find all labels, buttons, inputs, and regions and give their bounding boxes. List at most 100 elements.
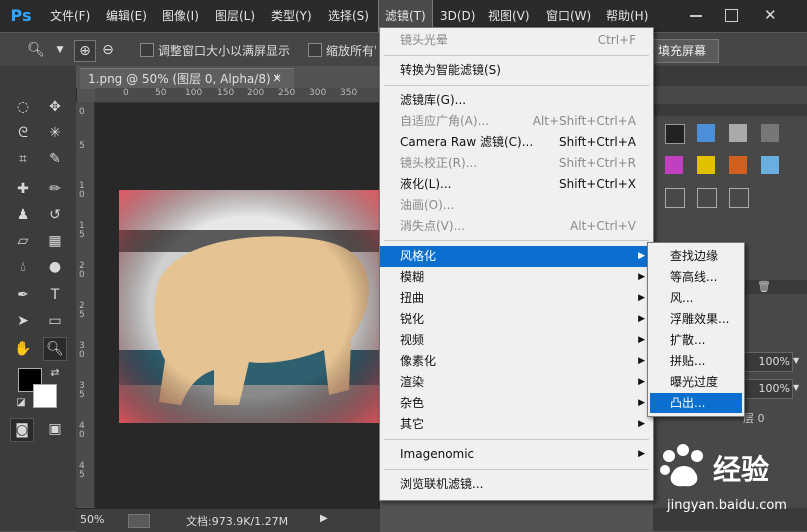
opacity-input[interactable]: 100% (743, 352, 793, 372)
style-swatch[interactable] (729, 124, 747, 142)
filter-blur[interactable]: 模糊 ▶ (380, 267, 653, 288)
rectangle-icon[interactable]: ▭ (44, 310, 66, 332)
filter-lens-flare[interactable]: 镜头光晕 Ctrl+F (380, 30, 653, 51)
menu-image[interactable]: 图像(I) (156, 0, 205, 32)
eyedropper-icon[interactable]: ✎ (44, 148, 66, 170)
document-image[interactable] (119, 190, 380, 423)
zoom-in-icon[interactable]: ⊕ (74, 40, 96, 62)
stylize-emboss[interactable]: 浮雕效果... (650, 309, 742, 329)
stylize-contour[interactable]: 等高线... (650, 267, 742, 287)
filter-imagenomic[interactable]: Imagenomic ▶ (380, 444, 653, 465)
stylize-find-edges[interactable]: 查找边缘 (650, 246, 742, 266)
filter-adaptive-wide-angle[interactable]: 自适应广角(A)... Alt+Shift+Ctrl+A (380, 111, 653, 132)
filter-vanishing-point[interactable]: 消失点(V)... Alt+Ctrl+V (380, 216, 653, 237)
menu-separator (384, 469, 649, 470)
watermark-url: jingyan.baidu.com (667, 498, 787, 513)
zoom-level[interactable]: 50% (80, 513, 104, 526)
style-swatch[interactable] (761, 124, 779, 142)
filter-liquify[interactable]: 液化(L)... Shift+Ctrl+X (380, 174, 653, 195)
path-select-icon[interactable]: ➤ (12, 310, 34, 332)
filter-other[interactable]: 其它 ▶ (380, 414, 653, 435)
eraser-icon[interactable]: ▱ (12, 230, 34, 252)
fill-input[interactable]: 100% (743, 379, 793, 399)
style-swatch[interactable] (729, 156, 747, 174)
filter-noise[interactable]: 杂色 ▶ (380, 393, 653, 414)
screen-mode-icon[interactable]: ▣ (44, 418, 66, 440)
filter-lens-correction[interactable]: 镜头校正(R)... Shift+Ctrl+R (380, 153, 653, 174)
chevron-down-icon[interactable]: ▼ (793, 383, 799, 392)
maximize-icon[interactable] (725, 9, 738, 22)
dodge-icon[interactable]: ● (44, 256, 66, 278)
stylize-tiles[interactable]: 拼贴... (650, 351, 742, 371)
menu-separator (384, 55, 649, 56)
brush-icon[interactable]: ✏ (44, 178, 66, 200)
zoom-icon[interactable]: 🔍︎ (43, 337, 67, 361)
type-icon[interactable]: T (44, 284, 66, 306)
menu-select[interactable]: 选择(S) (322, 0, 375, 32)
ruler-tick: 250 (278, 88, 296, 98)
crop-icon[interactable]: ⌗ (12, 148, 34, 170)
style-swatch[interactable] (697, 124, 715, 142)
healing-brush-icon[interactable]: ✚ (12, 178, 34, 200)
marquee-icon[interactable]: ◌ (12, 96, 34, 118)
pen-icon[interactable]: ✒ (12, 284, 34, 306)
style-swatch[interactable] (697, 156, 715, 174)
filter-sharpen[interactable]: 锐化 ▶ (380, 309, 653, 330)
lasso-icon[interactable]: ᘓ (12, 122, 34, 144)
filter-gallery[interactable]: 滤镜库(G)... (380, 90, 653, 111)
zoom-out-icon[interactable]: ⊖ (98, 40, 118, 60)
hand-icon[interactable]: ✋ (12, 338, 34, 360)
filter-oil-paint[interactable]: 油画(O)... (380, 195, 653, 216)
style-swatch[interactable] (761, 156, 779, 174)
stylize-solarize[interactable]: 曝光过度 (650, 372, 742, 392)
document-size: 文档:973.9K/1.27M (186, 515, 289, 528)
menu-separator (384, 439, 649, 440)
menu-file[interactable]: 文件(F) (44, 0, 96, 32)
default-colors-icon[interactable]: ◪ (10, 392, 32, 414)
menu-type[interactable]: 类型(Y) (265, 0, 318, 32)
filter-browse-online[interactable]: 浏览联机滤镜... (380, 474, 653, 495)
menu-edit[interactable]: 编辑(E) (100, 0, 153, 32)
tab-close-icon[interactable]: × (272, 68, 284, 88)
blur-icon[interactable]: 💧︎ (12, 256, 34, 278)
stamp-icon[interactable]: ♟ (12, 204, 34, 226)
resize-windows-checkbox[interactable] (140, 43, 154, 57)
menu-layer[interactable]: 图层(L) (209, 0, 261, 32)
quick-mask-icon[interactable]: ◙ (10, 418, 34, 442)
fill-screen-button[interactable]: 填充屏幕 (645, 39, 719, 63)
filter-stylize[interactable]: 风格化 ▶ (380, 246, 653, 267)
magic-wand-icon[interactable]: ✳ (44, 122, 66, 144)
style-swatch[interactable] (665, 124, 685, 144)
filter-video[interactable]: 视频 ▶ (380, 330, 653, 351)
zoom-tool-icon[interactable]: 🔍︎ (26, 40, 46, 60)
close-icon[interactable]: ✕ (764, 6, 777, 24)
filter-convert-smart[interactable]: 转换为智能滤镜(S) (380, 60, 653, 81)
ruler-tick: 10 (79, 181, 85, 200)
style-swatch[interactable] (665, 156, 683, 174)
move-icon[interactable]: ✥ (44, 96, 66, 118)
style-swatch[interactable] (665, 188, 685, 208)
history-brush-icon[interactable]: ↺ (44, 204, 66, 226)
swap-colors-icon[interactable]: ⇄ (44, 362, 66, 384)
style-swatch[interactable] (729, 188, 749, 208)
filter-pixelate[interactable]: 像素化 ▶ (380, 351, 653, 372)
document-tab[interactable]: 1.png @ 50% (图层 0, Alpha/8) * (80, 68, 294, 89)
chevron-down-icon[interactable]: ▼ (793, 356, 799, 365)
minimize-icon[interactable] (690, 15, 702, 17)
stylize-diffuse[interactable]: 扩散... (650, 330, 742, 350)
layer-name[interactable]: 层 0 (743, 410, 807, 430)
filter-distort[interactable]: 扭曲 ▶ (380, 288, 653, 309)
stylize-wind[interactable]: 风... (650, 288, 742, 308)
gradient-icon[interactable]: ▦ (44, 230, 66, 252)
filter-camera-raw[interactable]: Camera Raw 滤镜(C)... Shift+Ctrl+A (380, 132, 653, 153)
status-arrow-icon[interactable]: ▶ (320, 513, 328, 524)
ruler-tick: 35 (79, 381, 85, 400)
stylize-extrude[interactable]: 凸出... (650, 393, 742, 413)
style-swatch[interactable] (697, 188, 717, 208)
status-info-icon[interactable] (128, 514, 150, 528)
filter-render[interactable]: 渲染 ▶ (380, 372, 653, 393)
background-color-swatch[interactable] (33, 384, 57, 408)
trash-icon[interactable]: 🗑︎ (757, 280, 771, 293)
zoom-all-checkbox[interactable] (308, 43, 322, 57)
chevron-down-icon[interactable]: ▼ (50, 40, 70, 60)
